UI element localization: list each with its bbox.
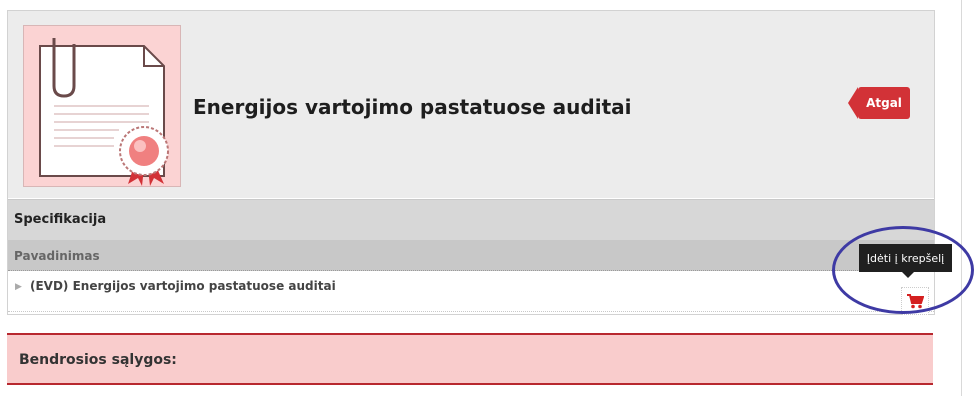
triangle-right-icon[interactable]: ▶ bbox=[15, 282, 22, 292]
highlight-circle bbox=[832, 226, 974, 314]
page-title: Energijos vartojimo pastatuose auditai bbox=[193, 95, 632, 119]
table-row: ▶ (EVD) Energijos vartojimo pastatuose a… bbox=[8, 271, 934, 315]
item-name: (EVD) Energijos vartojimo pastatuose aud… bbox=[30, 279, 336, 293]
general-conditions-section[interactable]: Bendrosios sąlygos: bbox=[7, 333, 933, 385]
page-right-border bbox=[961, 0, 962, 396]
product-panel: Energijos vartojimo pastatuose auditai A… bbox=[7, 10, 935, 315]
specification-bar: Specifikacija bbox=[8, 199, 934, 240]
specification-title: Specifikacija bbox=[14, 212, 107, 227]
certificate-document-icon bbox=[39, 38, 169, 186]
back-button[interactable]: Atgal bbox=[848, 87, 910, 119]
table-header: Pavadinimas bbox=[8, 240, 934, 271]
product-header: Energijos vartojimo pastatuose auditai A… bbox=[8, 11, 934, 198]
general-conditions-title: Bendrosios sąlygos: bbox=[19, 352, 177, 368]
product-image bbox=[23, 25, 181, 187]
column-header-name: Pavadinimas bbox=[14, 249, 100, 263]
